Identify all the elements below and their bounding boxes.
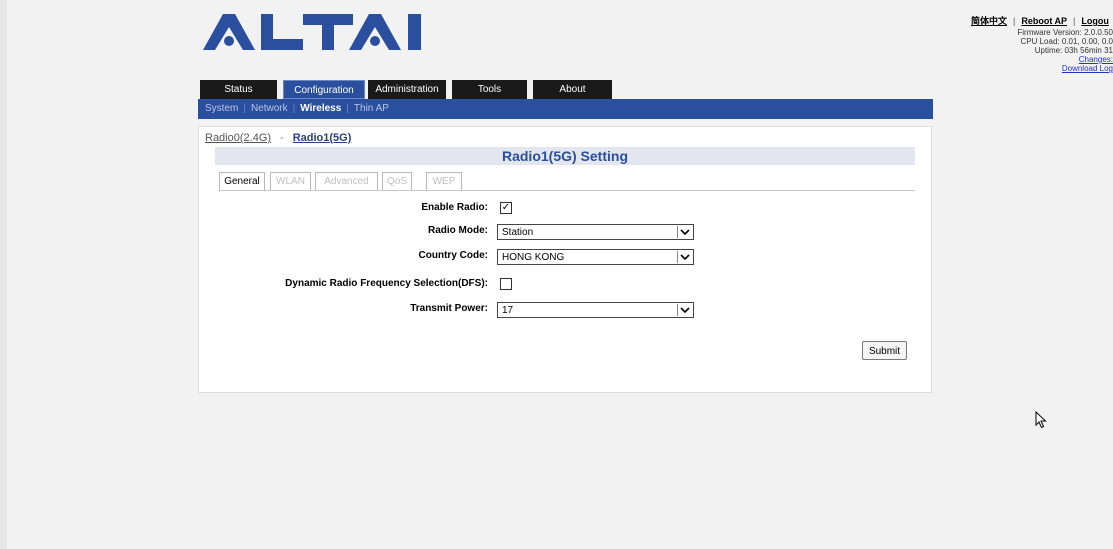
setting-title: Radio1(5G) Setting — [215, 147, 915, 165]
radio-mode-value: Station — [502, 227, 534, 238]
subnav-system[interactable]: System — [205, 103, 238, 114]
firmware-version: Firmware Version: 2.0.0.50 — [1017, 28, 1113, 37]
left-edge — [0, 0, 7, 549]
enable-radio-checkbox[interactable]: ✓ — [500, 202, 512, 214]
tab-advanced[interactable]: Advanced — [315, 172, 378, 191]
country-code-select[interactable]: HONG KONG — [497, 249, 694, 265]
dfs-checkbox[interactable] — [500, 278, 512, 290]
subnav-divider: | — [346, 103, 349, 114]
submit-button[interactable]: Submit — [862, 341, 907, 360]
transmit-power-value: 17 — [502, 305, 514, 316]
system-info: Firmware Version: 2.0.0.50 CPU Load: 0.0… — [963, 28, 1113, 73]
radio1-link[interactable]: Radio1(5G) — [293, 132, 352, 144]
transmit-power-label: Transmit Power: — [410, 303, 488, 314]
download-log-link[interactable]: Download Log — [963, 64, 1113, 73]
top-links: 简体中文 | Reboot AP | Logou — [971, 14, 1109, 27]
separator: | — [1013, 16, 1016, 26]
subnav-divider: | — [243, 103, 246, 114]
chevron-down-icon — [677, 226, 692, 238]
content-panel: Radio0(2.4G) - Radio1(5G) Radio1(5G) Setti… — [198, 126, 932, 393]
tab-status[interactable]: Status — [200, 80, 277, 99]
sub-nav: System | Network | Wireless | Thin AP — [198, 99, 933, 119]
tab-underline — [219, 190, 915, 191]
language-link[interactable]: 简体中文 — [971, 16, 1007, 26]
enable-radio-label: Enable Radio: — [421, 202, 488, 213]
logout-link[interactable]: Logou — [1081, 16, 1109, 26]
separator: | — [1073, 16, 1076, 26]
radio-mode-label: Radio Mode: — [428, 225, 488, 236]
tab-wlan[interactable]: WLAN — [270, 172, 311, 191]
tab-wep[interactable]: WEP — [426, 172, 462, 191]
tab-qos[interactable]: QoS — [382, 172, 412, 191]
chevron-down-icon — [677, 304, 692, 316]
subnav-wireless[interactable]: Wireless — [300, 103, 341, 114]
dfs-label: Dynamic Radio Frequency Selection(DFS): — [285, 278, 488, 289]
radio0-link[interactable]: Radio0(2.4G) — [205, 132, 271, 144]
uptime: Uptime: 03h 56min 31 — [1034, 46, 1113, 55]
transmit-power-select[interactable]: 17 — [497, 302, 694, 318]
radio-selector: Radio0(2.4G) - Radio1(5G) — [205, 132, 351, 144]
subnav-thin-ap[interactable]: Thin AP — [354, 103, 389, 114]
cpu-load: CPU Load: 0.01, 0.00, 0.0 — [1020, 37, 1113, 46]
chevron-down-icon — [677, 251, 692, 263]
tab-tools[interactable]: Tools — [452, 80, 527, 99]
tab-configuration[interactable]: Configuration — [283, 80, 365, 99]
radio-link-separator: - — [280, 132, 284, 144]
altai-logo — [203, 14, 421, 50]
mouse-pointer-icon — [1035, 411, 1047, 429]
subnav-network[interactable]: Network — [251, 103, 288, 114]
changes-link[interactable]: Changes: — [963, 55, 1113, 64]
country-code-value: HONG KONG — [502, 252, 565, 263]
country-code-label: Country Code: — [418, 250, 488, 261]
tab-administration[interactable]: Administration — [368, 80, 446, 99]
tab-general[interactable]: General — [219, 172, 265, 192]
radio-mode-select[interactable]: Station — [497, 224, 694, 240]
subnav-divider: | — [292, 103, 296, 114]
tab-about[interactable]: About — [533, 80, 612, 99]
reboot-ap-link[interactable]: Reboot AP — [1021, 16, 1067, 26]
